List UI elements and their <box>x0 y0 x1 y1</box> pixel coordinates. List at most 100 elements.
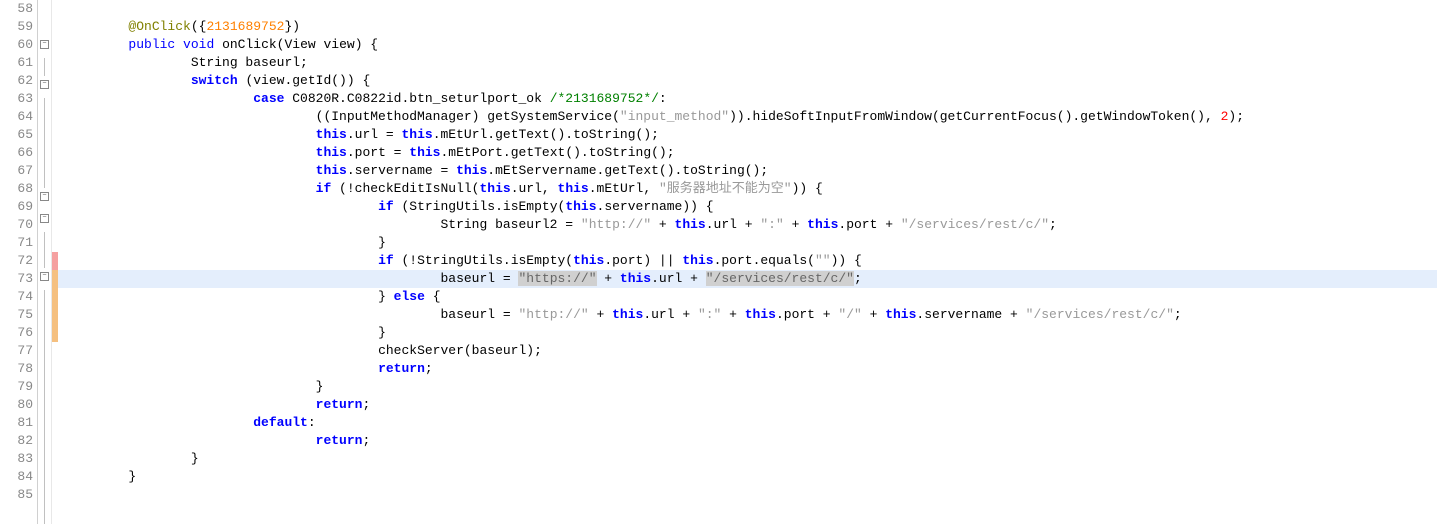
code-editor[interactable]: 5859606162636465666768697071727374757677… <box>0 0 1437 524</box>
token: (StringUtils.isEmpty( <box>394 199 566 214</box>
fold-cell[interactable]: − <box>38 214 51 232</box>
line-number[interactable]: 72 <box>8 252 33 270</box>
code-line[interactable]: } <box>58 378 1437 396</box>
code-line[interactable]: return; <box>58 396 1437 414</box>
code-text: String baseurl; <box>58 54 308 72</box>
token: { <box>425 289 441 304</box>
token: : <box>659 91 667 106</box>
fold-guide <box>44 488 45 506</box>
token: .url, <box>511 181 558 196</box>
line-number[interactable]: 62 <box>8 72 33 90</box>
fold-cell <box>38 398 51 416</box>
line-number[interactable]: 66 <box>8 144 33 162</box>
code-line[interactable]: switch (view.getId()) { <box>58 72 1437 90</box>
code-line[interactable]: baseurl = "https://" + this.url + "/serv… <box>58 270 1437 288</box>
code-line[interactable]: @OnClick({2131689752}) <box>58 18 1437 36</box>
code-line[interactable]: } else { <box>58 288 1437 306</box>
change-marker <box>52 18 58 36</box>
code-line[interactable]: if (!StringUtils.isEmpty(this.port) || t… <box>58 252 1437 270</box>
line-number[interactable]: 74 <box>8 288 33 306</box>
line-number[interactable]: 59 <box>8 18 33 36</box>
code-line[interactable]: } <box>58 324 1437 342</box>
code-line[interactable]: public void onClick(View view) { <box>58 36 1437 54</box>
fold-guide <box>44 452 45 470</box>
fold-guide <box>44 398 45 416</box>
change-gutter <box>52 0 58 524</box>
line-number[interactable]: 81 <box>8 414 33 432</box>
code-line[interactable]: if (!checkEditIsNull(this.url, this.mEtU… <box>58 180 1437 198</box>
fold-gutter[interactable]: − − − − − <box>38 0 52 524</box>
fold-cell[interactable]: − <box>38 40 51 58</box>
line-number[interactable]: 69 <box>8 198 33 216</box>
fold-minus-icon[interactable]: − <box>40 272 49 281</box>
line-number[interactable]: 83 <box>8 450 33 468</box>
line-number[interactable]: 73 <box>8 270 33 288</box>
token: ; <box>362 433 370 448</box>
line-number[interactable]: 78 <box>8 360 33 378</box>
line-number[interactable]: 84 <box>8 468 33 486</box>
code-area[interactable]: @OnClick({2131689752}) public void onCli… <box>58 0 1437 524</box>
line-number[interactable]: 68 <box>8 180 33 198</box>
token: .servername)) { <box>597 199 714 214</box>
code-line[interactable]: String baseurl2 = "http://" + this.url +… <box>58 216 1437 234</box>
line-number[interactable]: 61 <box>8 54 33 72</box>
line-number[interactable]: 79 <box>8 378 33 396</box>
token: ; <box>425 361 433 376</box>
change-marker <box>52 180 58 198</box>
fold-minus-icon[interactable]: − <box>40 40 49 49</box>
code-line[interactable]: return; <box>58 360 1437 378</box>
code-line[interactable]: case C0820R.C0822id.btn_seturlport_ok /*… <box>58 90 1437 108</box>
code-line[interactable] <box>58 0 1437 18</box>
fold-cell <box>38 98 51 116</box>
line-number[interactable]: 64 <box>8 108 33 126</box>
token: this <box>745 307 776 322</box>
code-line[interactable]: this.url = this.mEtUrl.getText().toStrin… <box>58 126 1437 144</box>
line-number[interactable]: 80 <box>8 396 33 414</box>
token: + <box>862 307 885 322</box>
code-line[interactable]: baseurl = "http://" + this.url + ":" + t… <box>58 306 1437 324</box>
token: this <box>558 181 589 196</box>
code-line[interactable]: } <box>58 234 1437 252</box>
line-number[interactable]: 77 <box>8 342 33 360</box>
code-line[interactable]: default: <box>58 414 1437 432</box>
fold-cell[interactable]: − <box>38 80 51 98</box>
change-marker <box>52 396 58 414</box>
code-line[interactable]: checkServer(baseurl); <box>58 342 1437 360</box>
code-line[interactable]: } <box>58 468 1437 486</box>
line-number[interactable]: 65 <box>8 126 33 144</box>
line-number[interactable]: 71 <box>8 234 33 252</box>
code-line[interactable]: ((InputMethodManager) getSystemService("… <box>58 108 1437 126</box>
fold-minus-icon[interactable]: − <box>40 214 49 223</box>
token: this <box>620 271 651 286</box>
token: + <box>589 307 612 322</box>
code-line[interactable]: this.port = this.mEtPort.getText().toStr… <box>58 144 1437 162</box>
code-line[interactable]: } <box>58 450 1437 468</box>
token: if <box>378 253 394 268</box>
fold-minus-icon[interactable]: − <box>40 192 49 201</box>
line-number[interactable]: 63 <box>8 90 33 108</box>
line-number[interactable]: 82 <box>8 432 33 450</box>
line-number[interactable]: 76 <box>8 324 33 342</box>
fold-cell[interactable]: − <box>38 272 51 290</box>
token: ({ <box>191 19 207 34</box>
token: .mEtServername.getText().toString(); <box>487 163 768 178</box>
code-line[interactable]: return; <box>58 432 1437 450</box>
token: .mEtUrl, <box>589 181 659 196</box>
fold-cell[interactable]: − <box>38 192 51 210</box>
change-marker <box>52 288 58 306</box>
line-number[interactable]: 58 <box>8 0 33 18</box>
line-number[interactable]: 60 <box>8 36 33 54</box>
line-number[interactable]: 70 <box>8 216 33 234</box>
fold-minus-icon[interactable]: − <box>40 80 49 89</box>
code-line[interactable]: String baseurl; <box>58 54 1437 72</box>
line-number[interactable]: 75 <box>8 306 33 324</box>
code-line[interactable]: this.servername = this.mEtServername.get… <box>58 162 1437 180</box>
line-number[interactable]: 85 <box>8 486 33 504</box>
code-line[interactable] <box>58 486 1437 504</box>
token: public <box>128 37 175 52</box>
token: .url + <box>706 217 761 232</box>
code-line[interactable]: if (StringUtils.isEmpty(this.servername)… <box>58 198 1437 216</box>
token: .url + <box>651 271 706 286</box>
line-number[interactable]: 67 <box>8 162 33 180</box>
change-marker <box>52 72 58 90</box>
